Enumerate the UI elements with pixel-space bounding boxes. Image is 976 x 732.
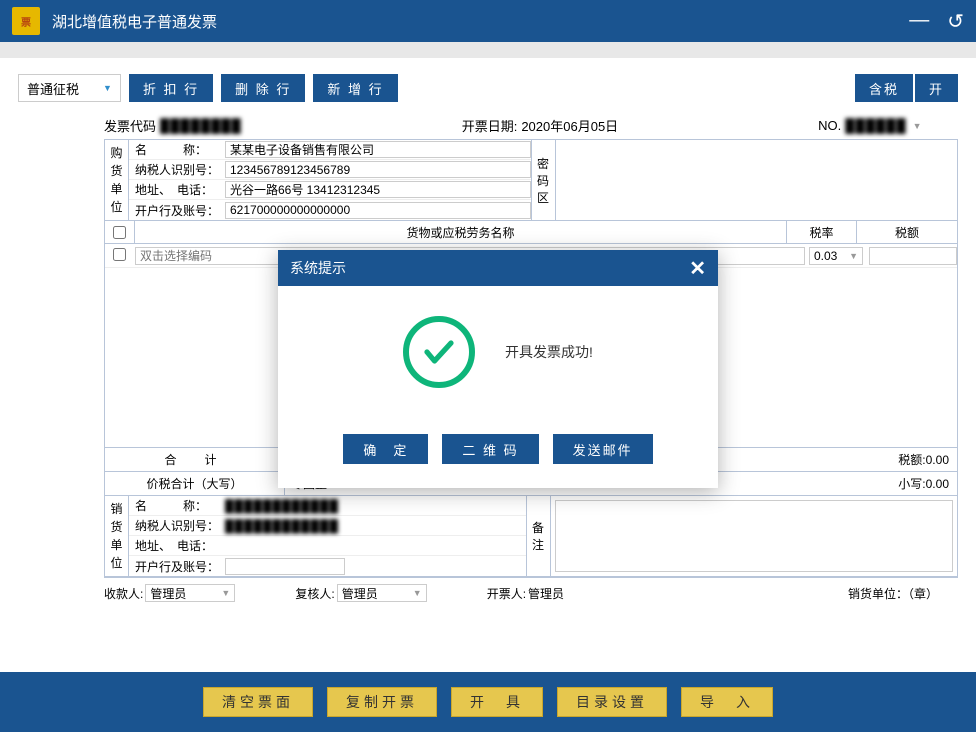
seller-stamp: 销货单位：（章） [848, 585, 938, 602]
buyer-taxid-input[interactable] [225, 161, 531, 178]
seller-name-label: 名 称： [129, 497, 225, 514]
code-value: ████████ [160, 118, 242, 133]
password-area [556, 140, 958, 220]
buyer-name-input[interactable] [225, 141, 531, 158]
no-label: NO. [818, 118, 841, 133]
buyer-addr-input[interactable] [225, 181, 531, 198]
discount-row-button[interactable]: 折 扣 行 [129, 74, 213, 102]
date-value: 2020年06月05日 [521, 116, 618, 135]
ok-button[interactable]: 确 定 [343, 434, 428, 464]
checkbox-header [105, 221, 135, 243]
issue-button[interactable]: 开 具 [451, 687, 543, 717]
reviewer-select[interactable]: 管理员 ▼ [337, 584, 427, 602]
seller-name-value: ████████████ [225, 499, 339, 513]
seller-taxid-value: ████████████ [225, 519, 339, 533]
seller-fields: 名 称： ████████████ 纳税人识别号： ████████████ 地… [129, 496, 527, 576]
add-row-button[interactable]: 新 增 行 [313, 74, 397, 102]
buyer-name-label: 名 称： [129, 141, 225, 158]
seller-section: 销 货 单 位 名 称： ████████████ 纳税人识别号： ██████… [105, 496, 957, 577]
seller-bank-label: 开户行及账号： [129, 558, 225, 575]
buyer-addr-label: 地址、 电话： [129, 181, 225, 198]
incl-tax-button[interactable]: 含税 [855, 74, 913, 102]
remark-side-label: 备 注 [527, 496, 551, 576]
footer-row: 收款人: 管理员 ▼ 复核人: 管理员 ▼ 开票人: 管理员 销货单位：（章） [104, 578, 958, 608]
rate-select[interactable]: 0.03 ▼ [809, 247, 863, 265]
back-icon[interactable]: ↺ [947, 9, 964, 34]
app-logo: 票 [12, 7, 40, 35]
row-checkbox[interactable] [113, 248, 126, 261]
bottom-bar: 清空票面 复制开票 开 具 目录设置 导 入 [0, 672, 976, 732]
success-check-icon [403, 316, 475, 388]
tax-amount-input[interactable] [869, 247, 957, 265]
modal-footer: 确 定 二 维 码 发送邮件 [278, 418, 718, 488]
modal-title: 系统提示 [290, 258, 346, 278]
buyer-taxid-label: 纳税人识别号： [129, 161, 225, 178]
delete-row-button[interactable]: 删 除 行 [221, 74, 305, 102]
titlebar: 票 湖北增值税电子普通发票 — ↺ [0, 0, 976, 42]
import-button[interactable]: 导 入 [681, 687, 773, 717]
chevron-down-icon: ▼ [849, 251, 858, 261]
name-header: 货物或应税劳务名称 [135, 221, 787, 243]
remark-area[interactable] [555, 500, 954, 572]
seller-bank-input[interactable] [225, 558, 345, 575]
modal-message: 开具发票成功! [505, 342, 593, 362]
minimize-icon[interactable]: — [909, 9, 929, 34]
chevron-down-icon: ▼ [103, 83, 112, 93]
buyer-bank-input[interactable] [225, 202, 531, 219]
sum-tax: 税额:0.00 [898, 451, 957, 468]
no-value: ██████ [845, 118, 906, 133]
tax-header: 税额 [857, 221, 957, 243]
seller-taxid-label: 纳税人识别号： [129, 517, 225, 534]
system-prompt-modal: 系统提示 ✕ 开具发票成功! 确 定 二 维 码 发送邮件 [278, 250, 718, 488]
payee-select[interactable]: 管理员 ▼ [145, 584, 235, 602]
open-button[interactable]: 开 [915, 74, 958, 102]
seller-addr-label: 地址、 电话： [129, 537, 225, 554]
buyer-bank-label: 开户行及账号： [129, 202, 225, 219]
payee-label: 收款人: [104, 585, 143, 602]
modal-header: 系统提示 ✕ [278, 250, 718, 286]
buyer-side-label: 购 货 单 位 [105, 140, 129, 220]
price-tax-label: 价税合计（大写） [105, 472, 285, 495]
reviewer-label: 复核人: [295, 585, 334, 602]
tax-type-value: 普通征税 [27, 79, 79, 98]
buyer-fields: 名 称： 纳税人识别号： 地址、 电话： 开户行及账号： [129, 140, 532, 220]
copy-invoice-button[interactable]: 复制开票 [327, 687, 437, 717]
modal-body: 开具发票成功! [278, 286, 718, 418]
app-title: 湖北增值税电子普通发票 [52, 11, 909, 32]
items-header: 货物或应税劳务名称 税率 税额 [105, 220, 957, 244]
rate-header: 税率 [787, 221, 857, 243]
clear-button[interactable]: 清空票面 [203, 687, 313, 717]
code-label: 发票代码 [104, 116, 156, 135]
issuer-label: 开票人: [487, 585, 526, 602]
sum-label: 合 计 [105, 448, 285, 471]
toolbar: 普通征税 ▼ 折 扣 行 删 除 行 新 增 行 含税 开 [18, 74, 958, 102]
seller-side-label: 销 货 单 位 [105, 496, 129, 576]
issuer-value: 管理员 [528, 585, 564, 602]
price-tax-small: 小写:0.00 [898, 475, 957, 492]
chevron-down-icon: ▼ [413, 588, 422, 598]
send-email-button[interactable]: 发送邮件 [553, 434, 653, 464]
chevron-down-icon[interactable]: ▼ [913, 121, 922, 131]
close-icon[interactable]: ✕ [689, 256, 706, 281]
date-label: 开票日期: [462, 116, 518, 135]
buyer-section: 购 货 单 位 名 称： 纳税人识别号： 地址、 电话： [105, 140, 957, 220]
invoice-header: 发票代码 ████████ 开票日期: 2020年06月05日 NO. ████… [104, 116, 958, 135]
catalog-button[interactable]: 目录设置 [557, 687, 667, 717]
select-all-checkbox[interactable] [113, 226, 126, 239]
tax-type-select[interactable]: 普通征税 ▼ [18, 74, 121, 102]
password-side-label: 密 码 区 [532, 140, 556, 220]
window-controls: — ↺ [909, 9, 964, 34]
chevron-down-icon: ▼ [221, 588, 230, 598]
qrcode-button[interactable]: 二 维 码 [442, 434, 538, 464]
